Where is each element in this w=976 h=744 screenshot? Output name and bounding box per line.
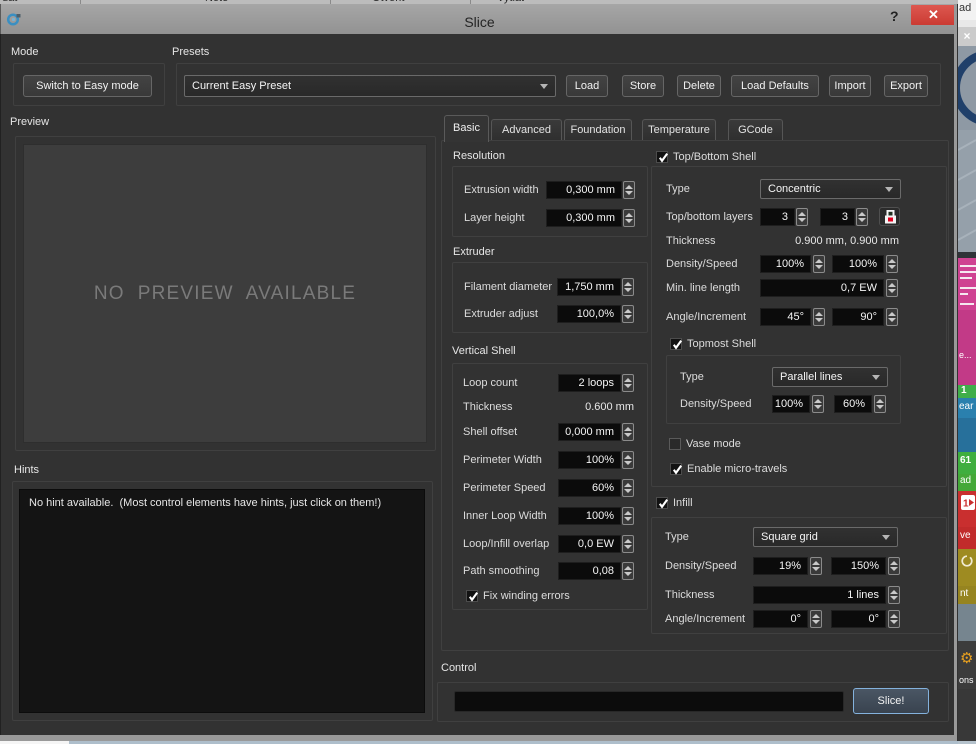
svg-text:1: 1	[963, 499, 969, 510]
